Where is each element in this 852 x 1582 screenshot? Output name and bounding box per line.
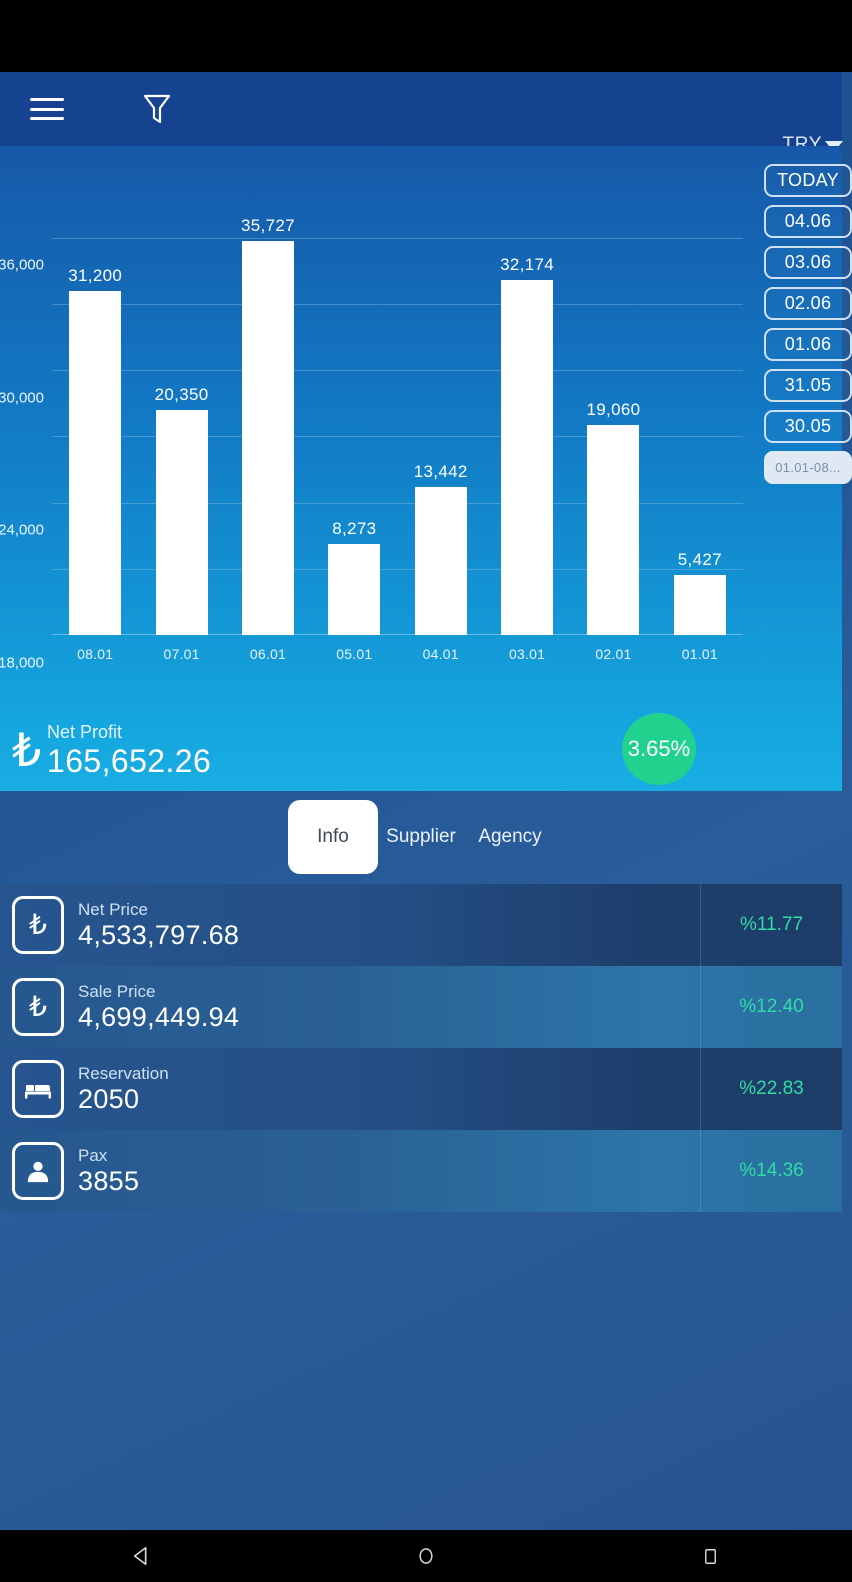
bar[interactable] — [587, 424, 640, 635]
metric-value: 4,533,797.68 — [78, 919, 240, 950]
back-triangle-icon[interactable] — [112, 1530, 172, 1582]
app-window: All Ticket Hotel TRY — [0, 72, 852, 1530]
metric-label: Net Price — [78, 899, 148, 919]
x-axis-tick-label: 01.01 — [681, 646, 718, 662]
bar-value-label: 13,442 — [413, 461, 468, 481]
metrics-list: ₺ Net Price 4,533,797.68 %11.77 ₺ Sale Price 4… — [0, 884, 842, 1212]
bar-value-label: 19,060 — [586, 399, 641, 419]
metric-percent: %22.83 — [700, 1048, 842, 1130]
bar-column[interactable]: 35,727 — [225, 210, 311, 635]
bar[interactable] — [241, 240, 294, 635]
bar-column[interactable]: 8,273 — [311, 210, 397, 635]
bar[interactable] — [673, 575, 726, 635]
metric-label: Reservation — [78, 1063, 169, 1083]
bar[interactable] — [501, 279, 554, 635]
net-profit-badge: 3.65% — [622, 713, 696, 785]
funnel-filter-icon[interactable] — [142, 93, 172, 125]
bar-value-label: 32,174 — [500, 254, 554, 274]
home-circle-icon[interactable] — [396, 1530, 456, 1582]
bar-value-label: 20,350 — [154, 385, 209, 405]
hamburger-menu-icon[interactable] — [30, 98, 64, 120]
android-nav-bar — [0, 1530, 852, 1582]
tab-supplier[interactable]: Supplier — [380, 800, 462, 874]
metric-text: Reservation 2050 — [78, 1064, 169, 1115]
bar-value-label: 5,427 — [677, 550, 722, 570]
chart-x-axis: 08.01 07.01 06.01 05.01 04.01 03.01 02.01 01.01 — [52, 646, 743, 662]
tab-agency[interactable]: Agency — [470, 800, 550, 874]
y-axis-tick-label: 18,000 — [0, 654, 44, 672]
net-profit-strip: ₺ Net Profit 165,652.26 — [0, 708, 842, 791]
chart-baseline — [52, 634, 743, 635]
x-axis-tick-label: 04.01 — [422, 646, 459, 662]
status-bar — [0, 0, 852, 72]
bar-column[interactable]: 32,174 — [484, 210, 570, 635]
turkish-lira-icon: ₺ — [12, 725, 42, 776]
date-filter-button[interactable]: TODAY — [764, 164, 852, 197]
app-header — [0, 72, 842, 146]
detail-tabs[interactable]: Info Supplier Agency — [0, 791, 842, 884]
metric-percent: %11.77 — [700, 884, 842, 966]
y-axis-tick-label: 36,000 — [0, 256, 44, 274]
chart-plot-area: 6,00012,00018,00024,00030,00036,000 31,2… — [0, 210, 743, 671]
metric-text: Net Price 4,533,797.68 — [78, 900, 239, 951]
date-filter-button[interactable]: 30.05 — [764, 410, 852, 443]
bar[interactable] — [414, 486, 467, 635]
chart-bars: 31,200 20,350 35,727 8,273 13,442 32,174 19,06… — [52, 210, 743, 635]
metric-value: 3855 — [78, 1165, 140, 1196]
metric-row[interactable]: ₺ Net Price 4,533,797.68 %11.77 — [0, 884, 842, 966]
bar-column[interactable]: 31,200 — [52, 210, 138, 635]
bar[interactable] — [328, 543, 381, 635]
metric-percent: %12.40 — [700, 966, 842, 1048]
x-axis-tick-label: 06.01 — [249, 646, 286, 662]
metric-row[interactable]: Reservation 2050 %22.83 — [0, 1048, 842, 1130]
bar-value-label: 35,727 — [241, 215, 295, 235]
date-filter-button[interactable]: 31.05 — [764, 369, 852, 402]
x-axis-tick-label: 03.01 — [509, 646, 546, 662]
metric-percent: %14.36 — [700, 1130, 842, 1212]
bar-column[interactable]: 13,442 — [398, 210, 484, 635]
metric-label: Pax — [78, 1145, 108, 1165]
bar-column[interactable]: 5,427 — [657, 210, 743, 635]
bar-chart-panel: 6,00012,00018,00024,00030,00036,000 31,2… — [0, 146, 842, 708]
net-profit-label: Net Profit — [47, 722, 123, 742]
turkish-lira-icon: ₺ — [12, 978, 64, 1036]
x-axis-tick-label: 05.01 — [336, 646, 373, 662]
date-filter-button[interactable]: 01.01-08... — [764, 451, 852, 484]
date-filter-button[interactable]: 03.06 — [764, 246, 852, 279]
y-axis-tick-label: 30,000 — [0, 389, 44, 407]
bar[interactable] — [155, 410, 208, 635]
metric-label: Sale Price — [78, 981, 156, 1001]
x-axis-tick-label: 07.01 — [163, 646, 200, 662]
bar-value-label: 8,273 — [332, 518, 377, 538]
recents-square-icon[interactable] — [680, 1530, 740, 1582]
turkish-lira-icon: ₺ — [12, 896, 64, 954]
person-icon — [12, 1142, 64, 1200]
metric-text: Pax 3855 — [78, 1146, 139, 1197]
bed-icon — [12, 1060, 64, 1118]
bar-column[interactable]: 19,060 — [570, 210, 656, 635]
metric-text: Sale Price 4,699,449.94 — [78, 982, 239, 1033]
tab-info[interactable]: Info — [288, 800, 378, 874]
metric-value: 2050 — [78, 1083, 140, 1114]
metric-row[interactable]: ₺ Sale Price 4,699,449.94 %12.40 — [0, 966, 842, 1048]
date-filter-button[interactable]: 01.06 — [764, 328, 852, 361]
date-filter-button[interactable]: 02.06 — [764, 287, 852, 320]
metric-value: 4,699,449.94 — [78, 1001, 240, 1032]
bar[interactable] — [69, 290, 122, 635]
y-axis-tick-label: 24,000 — [0, 521, 44, 539]
bar-value-label: 31,200 — [68, 265, 123, 285]
date-filter-rail[interactable]: TODAY 04.06 03.06 02.06 01.06 31.05 30.05 01.01… — [764, 164, 852, 484]
x-axis-tick-label: 08.01 — [77, 646, 114, 662]
net-profit-value: 165,652.26 — [47, 743, 212, 779]
bar-column[interactable]: 20,350 — [138, 210, 224, 635]
x-axis-tick-label: 02.01 — [595, 646, 632, 662]
date-filter-button[interactable]: 04.06 — [764, 205, 852, 238]
metric-row[interactable]: Pax 3855 %14.36 — [0, 1130, 842, 1212]
